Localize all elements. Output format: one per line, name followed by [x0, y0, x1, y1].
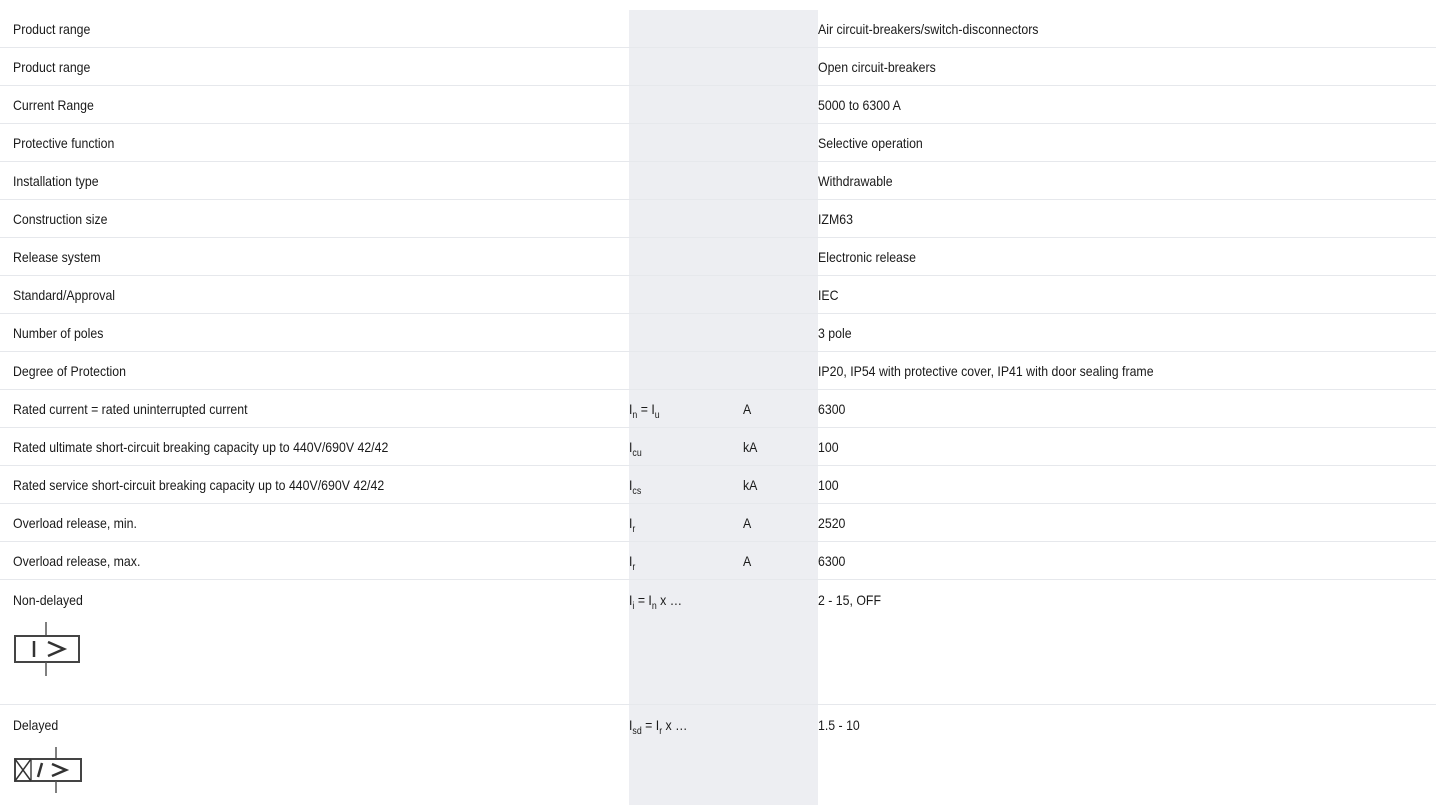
spec-symbol: In = Iu: [629, 390, 743, 428]
table-row: Product range Air circuit-breakers/switc…: [0, 10, 1436, 48]
spec-label: Overload release, min.: [0, 504, 629, 542]
spec-value: Selective operation: [818, 124, 1436, 162]
spec-unit: [743, 200, 818, 238]
table-row: Rated current = rated uninterrupted curr…: [0, 390, 1436, 428]
spec-unit: [743, 10, 818, 48]
spec-value: IP20, IP54 with protective cover, IP41 w…: [818, 352, 1436, 390]
table-row: Standard/Approval IEC: [0, 276, 1436, 314]
table-row: Current Range 5000 to 6300 A: [0, 86, 1436, 124]
spec-value: 6300: [818, 390, 1436, 428]
table-row: Construction size IZM63: [0, 200, 1436, 238]
table-row: Delayed Isd = Ir x … 1.5 - 10: [0, 705, 1436, 805]
spec-symbol: Ir: [629, 504, 743, 542]
spec-label: Non-delayed: [0, 580, 629, 705]
spec-label: Number of poles: [0, 314, 629, 352]
table-row: Overload release, max. Ir A 6300: [0, 542, 1436, 580]
table-row: Release system Electronic release: [0, 238, 1436, 276]
table-row: Degree of Protection IP20, IP54 with pro…: [0, 352, 1436, 390]
table-row: Protective function Selective operation: [0, 124, 1436, 162]
spec-unit: [743, 580, 818, 705]
spec-label: Product range: [0, 48, 629, 86]
spec-symbol: [629, 10, 743, 48]
spec-label: Overload release, max.: [0, 542, 629, 580]
spec-symbol: [629, 238, 743, 276]
delayed-release-symbol-icon: [12, 747, 84, 793]
spec-symbol: [629, 314, 743, 352]
spec-unit: A: [743, 390, 818, 428]
spec-value: IZM63: [818, 200, 1436, 238]
spec-value: Electronic release: [818, 238, 1436, 276]
spec-label: Product range: [0, 10, 629, 48]
spec-value: 6300: [818, 542, 1436, 580]
spec-label: Rated current = rated uninterrupted curr…: [0, 390, 629, 428]
spec-symbol: [629, 200, 743, 238]
spec-value: 5000 to 6300 A: [818, 86, 1436, 124]
spec-label: Current Range: [0, 86, 629, 124]
spec-label: Rated ultimate short-circuit breaking ca…: [0, 428, 629, 466]
spec-symbol: [629, 352, 743, 390]
spec-label: Rated service short-circuit breaking cap…: [0, 466, 629, 504]
spec-symbol: [629, 162, 743, 200]
spec-unit: [743, 86, 818, 124]
spec-label: Degree of Protection: [0, 352, 629, 390]
spec-label: Delayed: [0, 705, 629, 805]
spec-value: 2 - 15, OFF: [818, 580, 1436, 705]
spec-symbol: [629, 124, 743, 162]
spec-value: IEC: [818, 276, 1436, 314]
non-delayed-release-symbol-icon: [12, 622, 84, 676]
spec-unit: [743, 48, 818, 86]
spec-value: Open circuit-breakers: [818, 48, 1436, 86]
spec-unit: [743, 352, 818, 390]
spec-value: Air circuit-breakers/switch-disconnector…: [818, 10, 1436, 48]
spec-unit: kA: [743, 428, 818, 466]
spec-unit: [743, 162, 818, 200]
spec-symbol: Ii = In x …: [629, 580, 743, 705]
spec-unit: [743, 276, 818, 314]
spec-value: 100: [818, 466, 1436, 504]
spec-symbol: Icu: [629, 428, 743, 466]
spec-unit: [743, 238, 818, 276]
spec-value: 3 pole: [818, 314, 1436, 352]
table-row: Number of poles 3 pole: [0, 314, 1436, 352]
spec-symbol: [629, 86, 743, 124]
spec-unit: [743, 124, 818, 162]
spec-label: Construction size: [0, 200, 629, 238]
table-row: Product range Open circuit-breakers: [0, 48, 1436, 86]
spec-label: Installation type: [0, 162, 629, 200]
spec-label: Release system: [0, 238, 629, 276]
table-row: Rated ultimate short-circuit breaking ca…: [0, 428, 1436, 466]
spec-value: Withdrawable: [818, 162, 1436, 200]
spec-symbol: Ics: [629, 466, 743, 504]
spec-unit: A: [743, 504, 818, 542]
table-row: Installation type Withdrawable: [0, 162, 1436, 200]
spec-unit: A: [743, 542, 818, 580]
spec-symbol: [629, 48, 743, 86]
table-row: Rated service short-circuit breaking cap…: [0, 466, 1436, 504]
spec-unit: [743, 314, 818, 352]
spec-unit: kA: [743, 466, 818, 504]
specification-table: Product range Air circuit-breakers/switc…: [0, 10, 1436, 805]
table-row: Overload release, min. Ir A 2520: [0, 504, 1436, 542]
spec-label: Standard/Approval: [0, 276, 629, 314]
spec-label: Protective function: [0, 124, 629, 162]
table-row: Non-delayed Ii = In x … 2 - 15, OFF: [0, 580, 1436, 705]
spec-symbol: [629, 276, 743, 314]
spec-value: 1.5 - 10: [818, 705, 1436, 805]
section-heading-clipped: [0, 0, 1436, 10]
spec-value: 100: [818, 428, 1436, 466]
spec-unit: [743, 705, 818, 805]
spec-value: 2520: [818, 504, 1436, 542]
spec-symbol: Ir: [629, 542, 743, 580]
spec-symbol: Isd = Ir x …: [629, 705, 743, 805]
